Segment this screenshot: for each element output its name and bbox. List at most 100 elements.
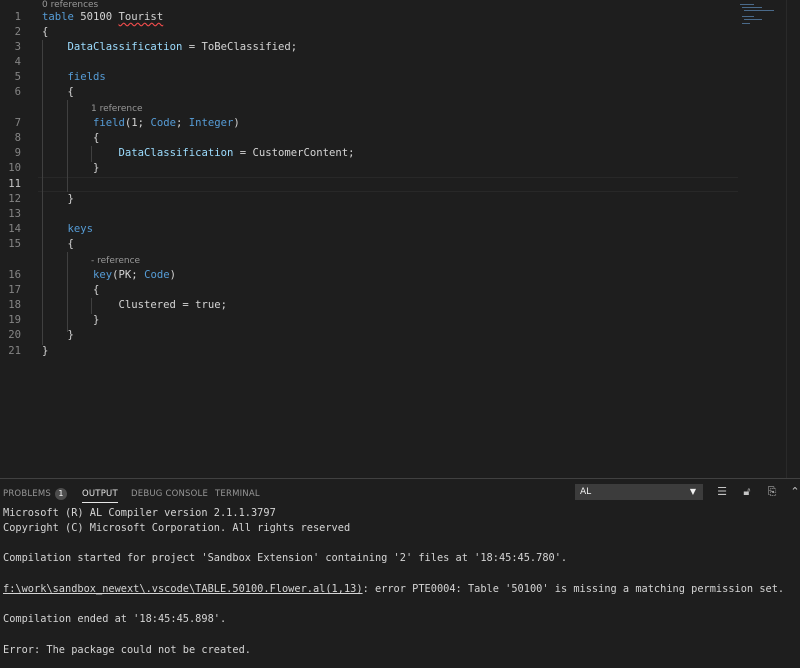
line-number: 15 <box>8 238 21 250</box>
code-text: { <box>42 131 99 146</box>
code-text: keys <box>42 222 94 237</box>
code-line[interactable]: 12 } <box>0 192 740 207</box>
line-number: 4 <box>14 56 21 68</box>
code-token: Integer <box>188 117 234 129</box>
line-number: 9 <box>14 147 21 159</box>
code-line[interactable]: 21} <box>0 344 740 359</box>
code-line[interactable]: 2{ <box>0 25 740 40</box>
code-lens-field-references[interactable]: 1 reference <box>91 103 143 115</box>
code-token: = CustomerContent; <box>233 147 355 159</box>
maximize-panel-icon[interactable]: ⌃ <box>789 486 800 498</box>
error-squiggle-token: Tourist <box>118 11 164 23</box>
code-text: key(PK; Code) <box>42 268 176 283</box>
output-line: Compilation ended at '18:45:45.898'. <box>3 613 227 625</box>
output-line: Compilation started for project 'Sandbox… <box>3 552 568 564</box>
code-token: { <box>42 132 100 144</box>
line-number: 19 <box>8 314 21 326</box>
code-line[interactable]: 17 { <box>0 283 740 298</box>
line-number: 14 <box>8 223 21 235</box>
code-token: keys <box>67 223 94 235</box>
line-number: 11 <box>8 178 21 190</box>
tab-problems[interactable]: PROBLEMS 1 <box>3 488 67 502</box>
code-text: { <box>42 283 99 298</box>
output-line: Error: The package could not be created. <box>3 644 251 656</box>
tab-output[interactable]: OUTPUT <box>82 488 118 503</box>
code-token: fields <box>67 71 106 83</box>
code-token: (1; <box>124 117 151 129</box>
code-token: ) <box>233 117 240 129</box>
line-number: 7 <box>14 117 21 129</box>
output-channel-select[interactable]: AL ▼ <box>575 484 703 500</box>
code-text: Clustered = true; <box>42 298 227 313</box>
code-line[interactable]: 6 { <box>0 85 740 100</box>
minimap[interactable] <box>740 2 780 26</box>
code-text: DataClassification = ToBeClassified; <box>42 40 298 55</box>
code-line[interactable]: 4 <box>0 55 740 70</box>
output-line: Microsoft (R) AL Compiler version 2.1.1.… <box>3 507 276 519</box>
code-editor[interactable]: 0 references 1 reference - reference 1 ta… <box>0 0 800 478</box>
code-token: { <box>42 86 74 98</box>
code-line[interactable]: 3 DataClassification = ToBeClassified; <box>0 40 740 55</box>
code-line[interactable]: 15 { <box>0 237 740 252</box>
code-text: DataClassification = CustomerContent; <box>42 146 355 161</box>
code-line[interactable]: 10 } <box>0 161 740 176</box>
code-line[interactable]: 7 field(1; Code; Integer) <box>0 116 740 131</box>
line-number: 20 <box>8 329 21 341</box>
code-token: Code <box>144 269 170 281</box>
code-line[interactable]: 9 DataClassification = CustomerContent; <box>0 146 740 161</box>
line-number: 6 <box>14 86 21 98</box>
code-token: } <box>42 162 100 174</box>
line-number: 8 <box>14 132 21 144</box>
code-text: { <box>42 25 48 40</box>
code-token: { <box>42 26 49 38</box>
code-text: } <box>42 328 74 343</box>
code-line[interactable]: 13 <box>0 207 740 222</box>
code-token: field <box>93 117 125 129</box>
code-line[interactable]: 5 fields <box>0 70 740 85</box>
code-line[interactable]: 14 keys <box>0 222 740 237</box>
code-line[interactable]: 1 table 50100 Tourist <box>0 10 740 25</box>
code-line[interactable]: 11 <box>0 177 740 192</box>
scroll-lock-icon[interactable]: 🔓︎ <box>741 486 753 498</box>
code-token: { <box>42 284 100 296</box>
code-token: = ToBeClassified; <box>182 41 298 53</box>
code-lens-key-references[interactable]: - reference <box>91 255 140 267</box>
code-token: } <box>42 193 74 205</box>
code-line[interactable]: 8 { <box>0 131 740 146</box>
line-number: 5 <box>14 71 21 83</box>
code-text: } <box>42 344 48 359</box>
code-line[interactable]: 19 } <box>0 313 740 328</box>
line-number: 18 <box>8 299 21 311</box>
clear-output-icon[interactable]: ☰ <box>716 486 728 498</box>
open-log-icon[interactable]: ⎘ <box>766 486 778 498</box>
output-channel-value: AL <box>580 487 592 497</box>
code-token: { <box>42 238 74 250</box>
code-line[interactable]: 20 } <box>0 328 740 343</box>
line-number: 1 <box>14 11 21 23</box>
code-token: ) <box>169 269 176 281</box>
code-text: } <box>42 161 99 176</box>
editor-scrollbar[interactable] <box>786 0 800 478</box>
chevron-down-icon: ▼ <box>689 487 696 496</box>
line-number: 21 <box>8 345 21 357</box>
line-number: 3 <box>14 41 21 53</box>
code-text: } <box>42 192 74 207</box>
line-number: 17 <box>8 284 21 296</box>
tab-debug-console[interactable]: DEBUG CONSOLE <box>131 488 208 502</box>
code-text: fields <box>42 70 106 85</box>
code-token: } <box>42 329 74 341</box>
error-file-link[interactable]: f:\work\sandbox_newext\.vscode\TABLE.501… <box>3 583 363 595</box>
tab-terminal[interactable]: TERMINAL <box>215 488 260 502</box>
code-token: DataClassification <box>67 41 183 53</box>
code-text: table 50100 Tourist <box>42 10 163 25</box>
code-text: } <box>42 313 99 328</box>
code-token: } <box>42 314 100 326</box>
code-token: (PK; <box>112 269 145 281</box>
code-token: table <box>42 11 74 23</box>
code-token: 50100 <box>73 11 119 23</box>
code-line[interactable]: 16 key(PK; Code) <box>0 268 740 283</box>
code-line[interactable]: 18 Clustered = true; <box>0 298 740 313</box>
tab-problems-label: PROBLEMS <box>3 489 51 499</box>
